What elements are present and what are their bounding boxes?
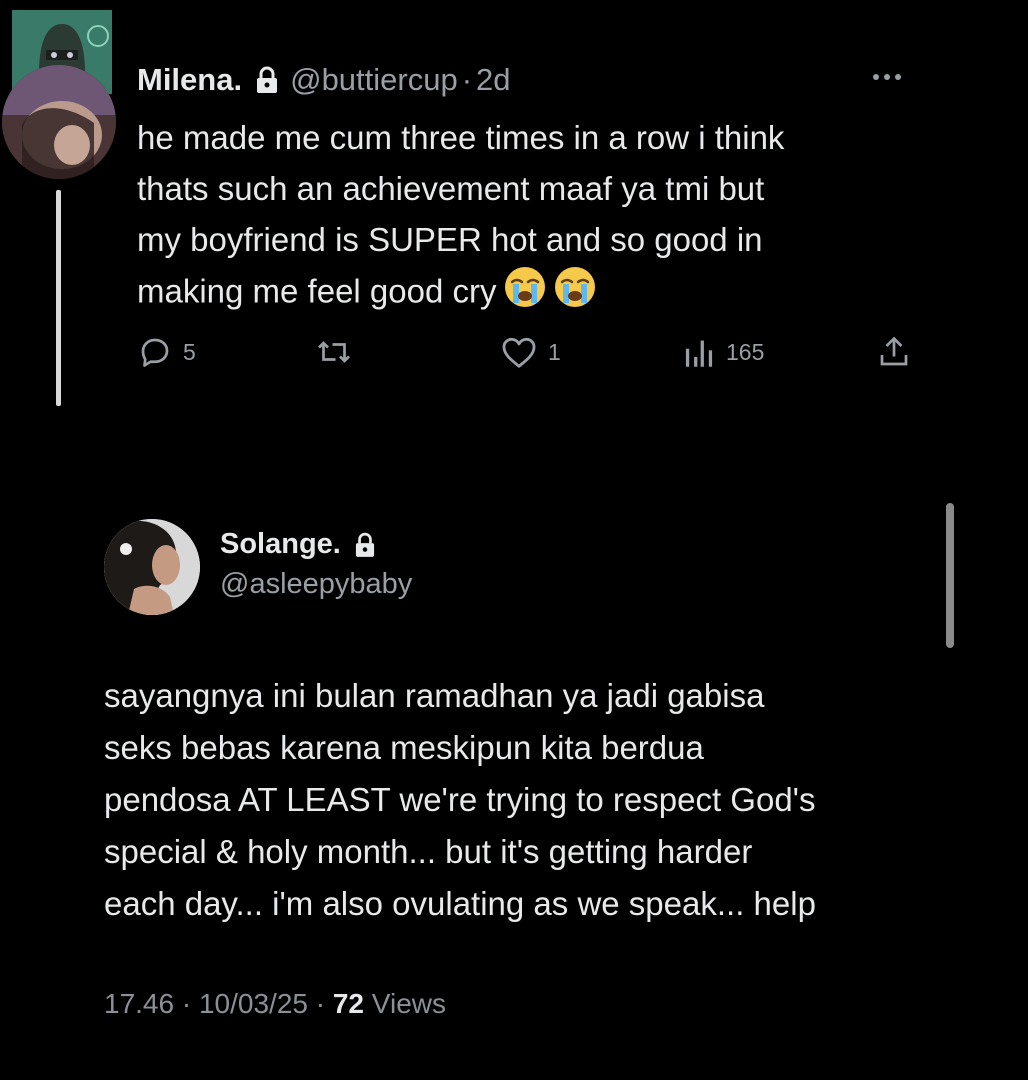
display-name: Solange. xyxy=(220,528,375,561)
separator: · xyxy=(461,62,473,97)
tweet-text-line: special & holy month... but it's getting… xyxy=(104,833,753,870)
tweet-text-line: pendosa AT LEAST we're trying to respect… xyxy=(104,781,816,818)
display-name[interactable]: Milena. xyxy=(137,62,242,98)
username[interactable]: @buttiercup xyxy=(290,62,458,98)
tweet-text-line: each day... i'm also ovulating as we spe… xyxy=(104,885,816,922)
timestamp[interactable]: 2d xyxy=(476,62,510,98)
lock-icon xyxy=(355,532,375,558)
repost-button[interactable] xyxy=(314,334,364,370)
tweet-header: Milena. @buttiercup · 2d xyxy=(137,62,511,98)
separator: · xyxy=(315,988,326,1019)
loudly-crying-face-icon xyxy=(503,265,547,323)
timestamp[interactable]: 17.46 xyxy=(104,988,174,1019)
share-icon xyxy=(876,334,912,370)
tweet-text-line: sayangnya ini bulan ramadhan ya jadi gab… xyxy=(104,677,765,714)
reply-button[interactable]: 5 xyxy=(137,334,196,370)
display-name-text[interactable]: Solange. xyxy=(220,528,341,561)
avatar[interactable] xyxy=(104,519,200,615)
date[interactable]: 10/03/25 xyxy=(199,988,308,1019)
tweet-meta: 17.46 · 10/03/25 · 72 Views xyxy=(104,988,446,1020)
tweet-text-line: my boyfriend is SUPER hot and so good in xyxy=(137,221,763,258)
tweet-text-line: he made me cum three times in a row i th… xyxy=(137,119,785,156)
repost-icon xyxy=(314,334,354,370)
heart-icon xyxy=(500,334,538,370)
tweet-text-line: seks bebas karena meskipun kita berdua xyxy=(104,729,704,766)
username[interactable]: @asleepybaby xyxy=(220,568,412,601)
tweet-text: sayangnya ini bulan ramadhan ya jadi gab… xyxy=(104,670,816,930)
like-count: 1 xyxy=(548,338,561,365)
views-label: Views xyxy=(371,988,446,1019)
tweet-text: he made me cum three times in a row i th… xyxy=(137,112,937,323)
tweet-actions: 5 1 165 xyxy=(0,334,1028,374)
tweet-text-line: making me feel good cry xyxy=(137,272,497,310)
tweet-text-line: thats such an achievement maaf ya tmi bu… xyxy=(137,170,765,207)
views-button[interactable]: 165 xyxy=(682,334,764,370)
separator: · xyxy=(181,988,192,1019)
avatar[interactable] xyxy=(2,65,116,179)
scrollbar[interactable] xyxy=(946,503,954,648)
more-icon[interactable] xyxy=(873,74,901,80)
lock-icon xyxy=(256,66,278,94)
reply-icon xyxy=(137,334,173,370)
share-button[interactable] xyxy=(876,334,912,370)
views-count: 72 xyxy=(332,988,365,1019)
loudly-crying-face-icon xyxy=(553,265,597,323)
views-icon xyxy=(682,334,716,370)
views-count: 165 xyxy=(726,338,765,365)
reply-count: 5 xyxy=(183,338,196,365)
tweet-text-line-last: making me feel good cry xyxy=(137,265,937,323)
like-button[interactable]: 1 xyxy=(500,334,561,370)
